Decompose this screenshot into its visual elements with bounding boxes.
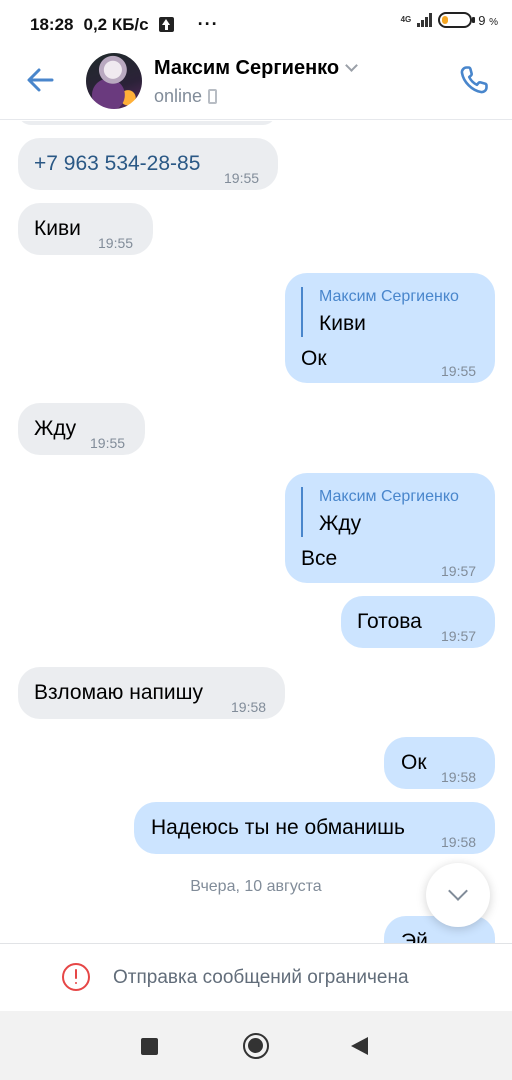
message-bubble-partial[interactable] bbox=[18, 121, 276, 125]
message-bubble-in[interactable]: Взломаю напишу 19:58 bbox=[18, 667, 285, 719]
message-time: 19:58 bbox=[441, 769, 477, 785]
message-text: Взломаю напишу bbox=[34, 681, 203, 704]
phone-number-link[interactable]: +7 963 534-28-85 bbox=[34, 152, 200, 176]
avatar[interactable] bbox=[86, 53, 142, 109]
message-text: Все bbox=[301, 547, 338, 570]
battery-level: 9 % bbox=[478, 12, 498, 28]
message-time: 19:55 bbox=[224, 170, 260, 186]
restricted-text: Отправка сообщений ограничена bbox=[113, 967, 409, 988]
scroll-down-button[interactable] bbox=[426, 863, 490, 927]
home-icon[interactable] bbox=[243, 1033, 269, 1059]
message-text: Жду bbox=[34, 417, 77, 440]
message-text: Надеюсь ты не обманишь bbox=[151, 816, 405, 839]
reply-quote[interactable]: Максим Сергиенко Киви bbox=[301, 287, 459, 337]
message-bubble-in[interactable]: Жду 19:55 bbox=[18, 403, 145, 455]
back-triangle-icon[interactable] bbox=[351, 1037, 368, 1055]
status-time: 18:28 bbox=[30, 14, 74, 34]
status-bar: 18:28 0,2 КБ/с ··· 4G 9 % bbox=[0, 0, 512, 48]
message-time: 19:55 bbox=[98, 235, 134, 251]
messaging-restricted-bar: Отправка сообщений ограничена bbox=[0, 943, 512, 1011]
message-bubble-out[interactable]: Ок 19:58 bbox=[384, 737, 495, 789]
message-time: 19:55 bbox=[90, 435, 126, 451]
status-speed: 0,2 КБ/с bbox=[83, 14, 149, 34]
battery-icon bbox=[438, 12, 476, 28]
message-time: 19:58 bbox=[231, 699, 267, 715]
exclamation-circle-icon bbox=[62, 963, 90, 991]
message-text: Киви bbox=[34, 217, 81, 240]
message-time: 19:57 bbox=[441, 628, 477, 644]
message-time: 19:58 bbox=[441, 834, 477, 850]
reply-quote[interactable]: Максим Сергиенко Жду bbox=[301, 487, 459, 537]
message-bubble-out[interactable]: Максим Сергиенко Киви Ок 19:55 bbox=[285, 273, 495, 383]
message-text: Готова bbox=[357, 610, 422, 633]
message-text: Ок bbox=[301, 347, 327, 370]
reply-text: Жду bbox=[319, 512, 362, 535]
message-text: Эй bbox=[401, 930, 428, 943]
mobile-device-icon bbox=[208, 89, 218, 104]
network-type: 4G bbox=[400, 15, 412, 24]
arrow-left-icon bbox=[27, 68, 54, 92]
chat-header: Максим Сергиенко online bbox=[0, 48, 512, 120]
system-navigation-bar bbox=[0, 1011, 512, 1080]
contact-status: online bbox=[154, 86, 203, 106]
message-time: 19:55 bbox=[441, 363, 477, 379]
status-bar-right: 4G 9 % bbox=[401, 12, 498, 28]
reply-text: Киви bbox=[319, 312, 366, 335]
chevron-down-icon bbox=[345, 59, 358, 72]
back-button[interactable] bbox=[22, 62, 58, 98]
signal-icon bbox=[417, 13, 433, 27]
message-text: Ок bbox=[401, 751, 427, 774]
message-bubble-in[interactable]: Киви 19:55 bbox=[18, 203, 153, 255]
message-time: 19:57 bbox=[441, 563, 477, 579]
contact-name-row[interactable]: Максим Сергиенко bbox=[154, 57, 358, 80]
recent-apps-icon[interactable] bbox=[141, 1038, 158, 1055]
status-bar-left: 18:28 0,2 КБ/с ··· bbox=[30, 14, 219, 35]
upload-icon bbox=[158, 17, 174, 32]
contact-status-row: online bbox=[154, 86, 218, 107]
reply-author: Максим Сергиенко bbox=[319, 288, 459, 305]
contact-name: Максим Сергиенко bbox=[154, 57, 340, 79]
more-dots-icon: ··· bbox=[197, 14, 219, 34]
message-bubble-in[interactable]: +7 963 534-28-85 19:55 bbox=[18, 138, 278, 190]
message-list[interactable]: +7 963 534-28-85 19:55 Киви 19:55 Максим… bbox=[0, 121, 512, 943]
reply-author: Максим Сергиенко bbox=[319, 488, 459, 505]
call-button[interactable] bbox=[456, 62, 492, 98]
message-bubble-out[interactable]: Надеюсь ты не обманишь 19:58 bbox=[134, 802, 495, 854]
message-bubble-out[interactable]: Готова 19:57 bbox=[341, 596, 495, 648]
phone-icon bbox=[460, 66, 488, 94]
message-bubble-out[interactable]: Максим Сергиенко Жду Все 19:57 bbox=[285, 473, 495, 583]
